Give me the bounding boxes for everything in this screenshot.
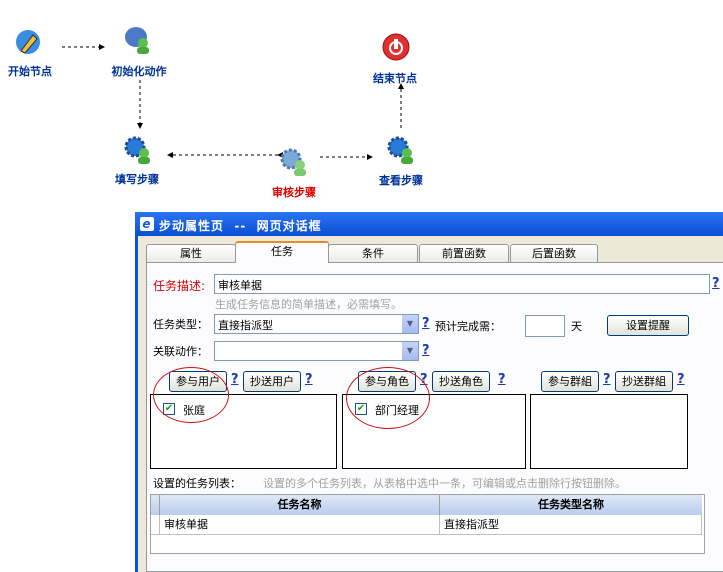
gear-user-icon[interactable]: [123, 135, 153, 165]
ie-icon: e: [140, 217, 154, 231]
gear-user-icon[interactable]: [386, 135, 416, 165]
groups-list: [530, 394, 688, 469]
help-link[interactable]: ?: [498, 372, 506, 387]
table-cell-task-type[interactable]: 直接指派型: [440, 515, 702, 535]
cc-users-button[interactable]: 抄送用户: [243, 371, 301, 392]
pen-icon[interactable]: [13, 27, 43, 57]
help-link[interactable]: ?: [305, 372, 313, 387]
node-label-start[interactable]: 开始节点: [8, 63, 52, 79]
dialog-title: 步动属性页 -- 网页对话框: [159, 219, 322, 233]
help-link[interactable]: ?: [231, 372, 239, 387]
chevron-down-icon[interactable]: ▼: [402, 315, 418, 333]
tab-post-function[interactable]: 后置函数: [510, 244, 598, 262]
est-days-input[interactable]: [525, 315, 565, 337]
row-selector[interactable]: [151, 515, 160, 535]
column-header-task-name[interactable]: 任务名称: [160, 495, 440, 515]
dialog-body: 属性 任务 条件 前置函数 后置函数 任务描述: 审核单据 ? 生成任务信息的简…: [138, 236, 723, 572]
help-link[interactable]: ?: [603, 372, 611, 387]
task-list-label: 设置的任务列表：: [153, 477, 241, 490]
task-table: 任务名称 任务类型名称 审核单据 直接指派型: [150, 494, 705, 554]
workflow-connectors: [62, 44, 404, 160]
node-label-init[interactable]: 初始化动作: [112, 63, 167, 79]
annotation-circle: [346, 367, 430, 429]
help-link[interactable]: ?: [677, 372, 685, 387]
est-unit: 天: [571, 320, 582, 333]
column-header-task-type[interactable]: 任务类型名称: [440, 495, 702, 515]
node-label-view[interactable]: 查看步骤: [379, 172, 423, 188]
tab-task[interactable]: 任务: [235, 241, 329, 263]
task-desc-input[interactable]: 审核单据: [214, 274, 710, 294]
annotation-circle: [153, 367, 229, 423]
cc-roles-button[interactable]: 抄送角色: [432, 371, 490, 392]
set-reminder-button[interactable]: 设置提醒: [607, 315, 689, 336]
task-panel: 任务描述: 审核单据 ? 生成任务信息的简单描述，必需填写。 任务类型： 直接指…: [146, 262, 723, 572]
task-desc-label: 任务描述:: [153, 279, 206, 293]
dialog-window: e 步动属性页 -- 网页对话框 属性 任务 条件 前置函数 后置函数 任务描述…: [135, 212, 723, 572]
linked-action-label: 关联动作：: [153, 345, 208, 358]
row-header-col: [151, 495, 160, 515]
participant-groups-button[interactable]: 参与群組: [541, 371, 599, 392]
tab-conditions[interactable]: 条件: [328, 244, 418, 262]
node-label-end[interactable]: 结束节点: [373, 70, 417, 86]
node-label-review[interactable]: 审核步骤: [272, 184, 316, 200]
chevron-down-icon[interactable]: ▼: [402, 342, 418, 360]
node-label-fill[interactable]: 填写步骤: [115, 171, 159, 187]
est-label: 预计完成需：: [435, 320, 501, 333]
table-cell-task-name[interactable]: 审核单据: [160, 515, 440, 535]
tab-pre-function[interactable]: 前置函数: [419, 244, 509, 262]
cc-groups-button[interactable]: 抄送群組: [615, 371, 673, 392]
user-chat-icon[interactable]: [123, 25, 153, 55]
linked-action-select[interactable]: ▼: [214, 341, 419, 361]
task-list-hint: 设置的多个任务列表，从表格中选中一条，可编辑或点击删除行按钮删除。: [263, 477, 626, 490]
tab-properties[interactable]: 属性: [146, 244, 236, 262]
dialog-title-bar[interactable]: e 步动属性页 -- 网页对话框: [135, 212, 723, 236]
task-desc-hint: 生成任务信息的简单描述，必需填写。: [215, 298, 402, 311]
gear-user-icon[interactable]: [279, 147, 309, 177]
task-type-select[interactable]: 直接指派型 ▼: [214, 314, 419, 334]
task-type-label: 任务类型：: [153, 318, 208, 331]
help-link[interactable]: ?: [422, 343, 430, 358]
help-link[interactable]: ?: [422, 316, 430, 331]
task-type-value: 直接指派型: [218, 319, 273, 332]
stop-icon[interactable]: [381, 32, 411, 62]
help-link[interactable]: ?: [712, 276, 720, 291]
